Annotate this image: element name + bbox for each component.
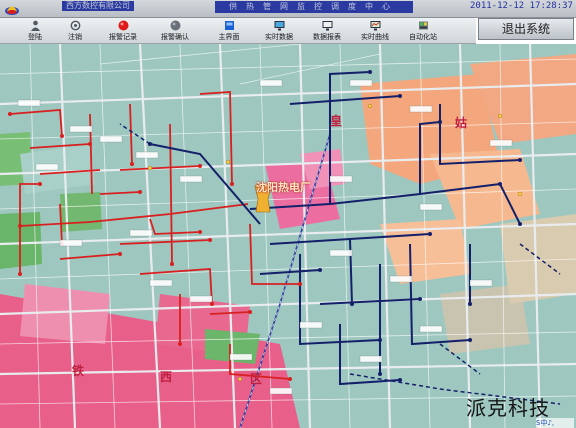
alarm-record-button[interactable]: 报警记录: [100, 18, 146, 44]
alarm-confirm-button[interactable]: 报警确认: [152, 18, 198, 44]
report-icon: [322, 21, 333, 31]
automation-station-icon: [419, 21, 428, 30]
realtime-data-button[interactable]: 实时数据: [256, 18, 302, 44]
realtime-curve-button[interactable]: 实时曲线: [352, 18, 398, 44]
district-label: 皇: [330, 114, 343, 128]
exit-system-button[interactable]: 退出系统: [478, 18, 574, 40]
app-logo-icon: [5, 6, 19, 15]
toolbar-label: 自动化站: [409, 33, 437, 41]
toolbar-label: 报警确认: [161, 33, 189, 41]
pipe-network-map[interactable]: 沈阳热电厂 皇 姑 铁 西 区 派克科技 S中♪,: [0, 44, 576, 428]
data-report-button[interactable]: 数据报表: [304, 18, 350, 44]
login-icon: [31, 20, 40, 31]
logout-button[interactable]: 注销: [52, 18, 98, 44]
district-label: 区: [250, 372, 263, 386]
realtime-curve-icon: [370, 21, 381, 31]
datetime-display: 2011-12-12 17:28:37: [470, 1, 573, 11]
system-title: 供热管网监控调度中心: [215, 1, 413, 13]
alarm-confirm-icon: [170, 20, 181, 31]
alarm-record-icon: [118, 20, 129, 31]
toolbar: 登陆 注销 报警记录 报警确认 主界面 实时数据 数据报表 实时曲线 自动化站: [0, 18, 476, 44]
map-canvas: [0, 44, 576, 428]
ime-status-bar[interactable]: S中♪,: [536, 418, 574, 428]
main-screen-icon: [225, 21, 234, 30]
district-label: 铁: [72, 364, 85, 378]
power-plant-label: 沈阳热电厂: [256, 181, 311, 194]
company-name: 西方数控有限公司: [62, 1, 134, 11]
logout-icon: [70, 20, 81, 31]
title-bar: 西方数控有限公司 供热管网监控调度中心 2011-12-12 17:28:37: [0, 0, 576, 18]
district-label: 西: [160, 370, 173, 384]
watermark-text: 派克科技: [466, 396, 550, 420]
toolbar-label: 报警记录: [109, 33, 137, 41]
district-label: 姑: [455, 116, 468, 130]
main-screen-button[interactable]: 主界面: [206, 18, 252, 44]
realtime-data-icon: [274, 21, 285, 31]
automation-station-button[interactable]: 自动化站: [400, 18, 446, 44]
